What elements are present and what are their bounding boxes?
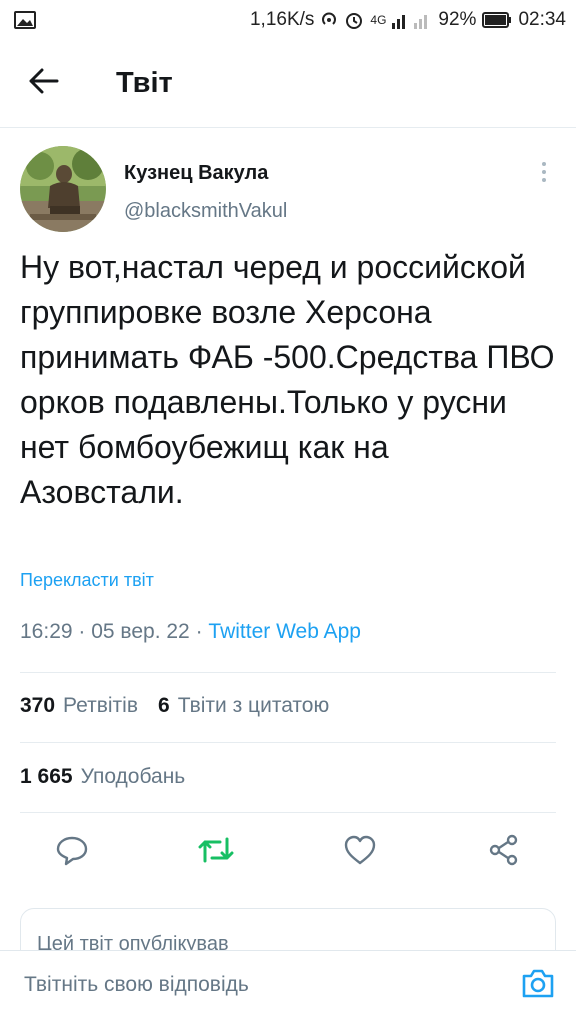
battery-percent: 92% <box>438 9 477 30</box>
retweets-count: 370 <box>20 694 56 717</box>
quotes-stat[interactable]: 6 Твіти з цитатою <box>158 694 329 718</box>
share-icon <box>488 834 520 871</box>
divider <box>20 742 556 743</box>
signal-icon <box>392 11 432 29</box>
network-type: 4G <box>370 13 387 27</box>
more-options-button[interactable] <box>532 161 556 188</box>
battery-icon <box>482 12 512 28</box>
tweet-source-link[interactable]: Twitter Web App <box>208 620 361 644</box>
meta-separator: · <box>72 620 92 643</box>
likes-label: Уподобань <box>80 765 186 788</box>
quotes-label: Твіти з цитатою <box>177 694 330 717</box>
tweet-actions <box>0 822 576 882</box>
divider <box>20 672 556 673</box>
reply-button[interactable] <box>52 832 92 872</box>
status-bar: 1,16K/s 4G 92% 02:34 <box>0 0 576 40</box>
alarm-icon <box>344 10 364 30</box>
avatar[interactable] <box>20 146 106 232</box>
translate-tweet-link[interactable]: Перекласти твіт <box>20 570 154 591</box>
back-button[interactable] <box>8 40 80 128</box>
reply-icon <box>56 834 88 871</box>
divider <box>20 812 556 813</box>
reply-bar: Твітніть свою відповідь <box>0 950 576 1024</box>
tweet-author: Кузнец Вакула @blacksmithVakul <box>20 146 560 236</box>
retweet-icon <box>198 835 234 870</box>
like-button[interactable] <box>340 832 380 872</box>
quotes-count: 6 <box>158 694 170 717</box>
retweet-button[interactable] <box>196 832 236 872</box>
retweets-stat[interactable]: 370 Ретвітів <box>20 694 138 718</box>
reply-input[interactable]: Твітніть свою відповідь <box>24 973 249 997</box>
more-vertical-icon <box>541 161 547 188</box>
meta-separator: · <box>189 620 209 643</box>
tweet-stats: 370 Ретвітів 6 Твіти з цитатою <box>20 694 349 718</box>
page-title: Твіт <box>116 67 173 99</box>
like-icon <box>344 835 376 870</box>
gallery-icon <box>14 11 36 29</box>
hotspot-icon <box>320 11 338 29</box>
top-app-bar: Твіт <box>0 40 576 128</box>
network-speed: 1,16K/s <box>249 9 315 30</box>
clock: 02:34 <box>518 9 566 30</box>
arrow-left-icon <box>29 68 59 99</box>
tweet-likes: 1 665 Уподобань <box>20 765 205 789</box>
share-button[interactable] <box>484 832 524 872</box>
author-handle[interactable]: @blacksmithVakul <box>124 200 287 223</box>
likes-stat[interactable]: 1 665 Уподобань <box>20 765 185 789</box>
author-name[interactable]: Кузнец Вакула <box>124 162 268 185</box>
tweet-text: Ну вот,настал черед и российской группир… <box>20 249 555 510</box>
retweets-label: Ретвітів <box>63 694 138 717</box>
likes-count: 1 665 <box>20 765 73 788</box>
tweet-time: 16:29 <box>20 620 73 643</box>
tweet-meta: 16:29 · 05 вер. 22 · Twitter Web App <box>20 620 361 644</box>
camera-button[interactable] <box>520 967 556 1003</box>
camera-icon <box>521 967 555 1004</box>
tweet-date: 05 вер. 22 <box>91 620 190 643</box>
